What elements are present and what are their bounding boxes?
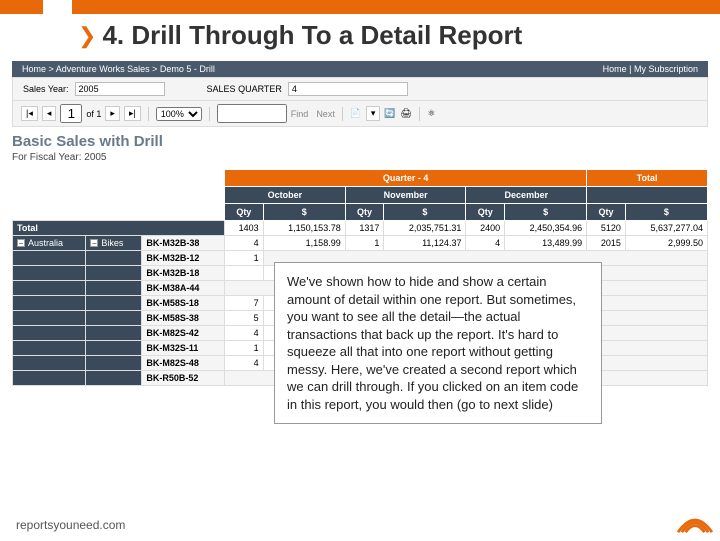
find-next-button[interactable]: Next [316,109,335,119]
table-total-row: Total 1403 1,150,153.78 1317 2,035,751.3… [13,221,708,236]
slide-accent [0,0,720,14]
filter-quarter-input[interactable] [288,82,408,96]
export-icon[interactable]: 📄 [350,108,362,120]
filter-quarter-label: SALES QUARTER [207,84,282,94]
page-of-label: of 1 [86,109,101,119]
filter-year-input[interactable] [75,82,165,96]
prev-page-button[interactable]: ◂ [42,106,57,121]
page-number-input[interactable] [60,104,82,123]
table-header-months: October November December [13,187,708,204]
breadcrumb-right[interactable]: Home | My Subscription [603,64,698,74]
slide-footer: reportsyouneed.com [16,518,125,532]
callout-text: We've shown how to hide and show a certa… [287,274,578,412]
breadcrumb-path[interactable]: Home > Adventure Works Sales > Demo 5 - … [22,64,215,74]
find-button[interactable]: Find [291,109,309,119]
report-subtitle: For Fiscal Year: 2005 [12,152,708,163]
report-title: Basic Sales with Drill [12,133,708,150]
toolbar-separator [419,107,420,121]
table-header-cols: Qty $ Qty $ Qty $ Qty $ [13,204,708,221]
breadcrumb-bar: Home > Adventure Works Sales > Demo 5 - … [12,61,708,77]
callout-box: We've shown how to hide and show a certa… [274,262,602,424]
slide-title-row: ❯ 4. Drill Through To a Detail Report [0,14,720,61]
filter-bar: Sales Year: SALES QUARTER [12,77,708,101]
refresh-icon[interactable]: 🔄 [384,108,396,120]
toolbar-separator [209,107,210,121]
table-group-row: −Australia −Bikes BK-M32B-38 4 1,158.99 … [13,236,708,251]
expand-icon: − [90,239,98,247]
atom-icon[interactable]: ⚛ [427,108,439,120]
zoom-select[interactable]: 100% [156,107,202,121]
filter-year-label: Sales Year: [23,84,69,94]
toolbar-separator [342,107,343,121]
toolbar-separator [148,107,149,121]
first-page-button[interactable]: |◂ [21,106,38,121]
slide-title: 4. Drill Through To a Detail Report [102,20,522,51]
brand-logo-icon [676,504,714,536]
expand-icon: − [17,239,25,247]
last-page-button[interactable]: ▸| [124,106,141,121]
export-dropdown[interactable]: ▾ [366,106,381,121]
find-input[interactable] [217,104,287,123]
print-icon[interactable]: 🖨 [400,108,412,120]
next-page-button[interactable]: ▸ [105,106,120,121]
title-arrow-icon: ❯ [78,23,96,49]
table-header-quarter: Quarter - 4 Total [13,170,708,187]
report-toolbar: |◂ ◂ of 1 ▸ ▸| 100% Find Next 📄 ▾ 🔄 🖨 ⚛ [12,101,708,127]
